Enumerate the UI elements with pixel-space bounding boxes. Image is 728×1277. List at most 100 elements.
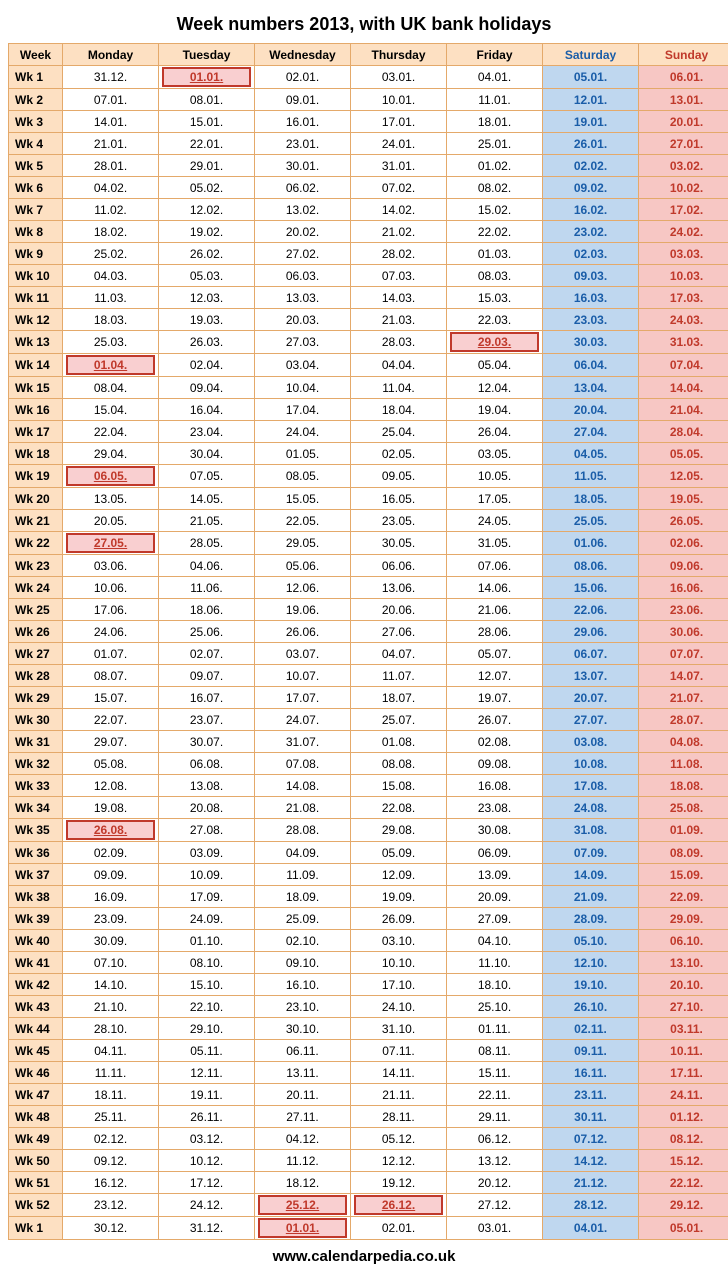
day-cell: 30.08. [447, 819, 543, 842]
day-cell: 10.09. [159, 864, 255, 886]
day-cell: 16.09. [63, 886, 159, 908]
day-cell: 27.09. [447, 908, 543, 930]
holiday-cell: 27.05. [63, 532, 159, 555]
day-cell: 15.07. [63, 687, 159, 709]
holiday-cell: 29.03. [447, 331, 543, 354]
week-label: Wk 25 [9, 599, 63, 621]
saturday-cell: 09.02. [543, 177, 639, 199]
table-row: Wk 1218.03.19.03.20.03.21.03.22.03.23.03… [9, 309, 728, 331]
table-row: Wk 925.02.26.02.27.02.28.02.01.03.02.03.… [9, 243, 728, 265]
day-cell: 09.07. [159, 665, 255, 687]
sunday-cell: 23.06. [639, 599, 728, 621]
holiday-date: 27.05. [66, 533, 155, 553]
day-cell: 19.06. [255, 599, 351, 621]
day-cell: 11.10. [447, 952, 543, 974]
day-cell: 12.07. [447, 665, 543, 687]
sunday-cell: 14.07. [639, 665, 728, 687]
sunday-cell: 21.07. [639, 687, 728, 709]
week-label: Wk 49 [9, 1128, 63, 1150]
day-cell: 01.07. [63, 643, 159, 665]
day-cell: 13.08. [159, 775, 255, 797]
table-row: Wk 604.02.05.02.06.02.07.02.08.02.09.02.… [9, 177, 728, 199]
day-cell: 03.06. [63, 555, 159, 577]
table-row: Wk 818.02.19.02.20.02.21.02.22.02.23.02.… [9, 221, 728, 243]
sunday-cell: 19.05. [639, 488, 728, 510]
day-cell: 25.11. [63, 1106, 159, 1128]
day-cell: 23.07. [159, 709, 255, 731]
day-cell: 26.03. [159, 331, 255, 354]
day-cell: 07.01. [63, 89, 159, 111]
table-row: Wk 2624.06.25.06.26.06.27.06.28.06.29.06… [9, 621, 728, 643]
day-cell: 21.10. [63, 996, 159, 1018]
day-cell: 09.10. [255, 952, 351, 974]
table-row: Wk 3526.08.27.08.28.08.29.08.30.08.31.08… [9, 819, 728, 842]
day-cell: 13.12. [447, 1150, 543, 1172]
header-thursday: Thursday [351, 44, 447, 66]
day-cell: 19.12. [351, 1172, 447, 1194]
week-label: Wk 16 [9, 399, 63, 421]
day-cell: 11.11. [63, 1062, 159, 1084]
day-cell: 24.06. [63, 621, 159, 643]
week-label: Wk 39 [9, 908, 63, 930]
day-cell: 17.05. [447, 488, 543, 510]
sunday-cell: 26.05. [639, 510, 728, 532]
sunday-cell: 03.11. [639, 1018, 728, 1040]
week-label: Wk 20 [9, 488, 63, 510]
saturday-cell: 23.11. [543, 1084, 639, 1106]
sunday-cell: 01.12. [639, 1106, 728, 1128]
day-cell: 16.08. [447, 775, 543, 797]
day-cell: 23.01. [255, 133, 351, 155]
day-cell: 08.10. [159, 952, 255, 974]
table-row: Wk 3419.08.20.08.21.08.22.08.23.08.24.08… [9, 797, 728, 819]
saturday-cell: 07.09. [543, 842, 639, 864]
week-label: Wk 46 [9, 1062, 63, 1084]
day-cell: 26.06. [255, 621, 351, 643]
day-cell: 30.12. [63, 1217, 159, 1240]
day-cell: 02.12. [63, 1128, 159, 1150]
day-cell: 22.01. [159, 133, 255, 155]
day-cell: 22.04. [63, 421, 159, 443]
saturday-cell: 23.02. [543, 221, 639, 243]
day-cell: 19.07. [447, 687, 543, 709]
header-week: Week [9, 44, 63, 66]
day-cell: 03.05. [447, 443, 543, 465]
day-cell: 17.06. [63, 599, 159, 621]
day-cell: 31.10. [351, 1018, 447, 1040]
day-cell: 17.12. [159, 1172, 255, 1194]
day-cell: 07.05. [159, 465, 255, 488]
saturday-cell: 18.05. [543, 488, 639, 510]
sunday-cell: 25.08. [639, 797, 728, 819]
saturday-cell: 27.07. [543, 709, 639, 731]
sunday-cell: 01.09. [639, 819, 728, 842]
day-cell: 14.06. [447, 577, 543, 599]
sunday-cell: 20.01. [639, 111, 728, 133]
week-label: Wk 10 [9, 265, 63, 287]
day-cell: 13.02. [255, 199, 351, 221]
day-cell: 11.02. [63, 199, 159, 221]
day-cell: 09.01. [255, 89, 351, 111]
table-row: Wk 1325.03.26.03.27.03.28.03.29.03.30.03… [9, 331, 728, 354]
day-cell: 25.04. [351, 421, 447, 443]
sunday-cell: 24.11. [639, 1084, 728, 1106]
day-cell: 04.04. [351, 354, 447, 377]
day-cell: 11.09. [255, 864, 351, 886]
day-cell: 14.08. [255, 775, 351, 797]
day-cell: 11.12. [255, 1150, 351, 1172]
day-cell: 29.07. [63, 731, 159, 753]
table-row: Wk 1004.03.05.03.06.03.07.03.08.03.09.03… [9, 265, 728, 287]
sunday-cell: 28.07. [639, 709, 728, 731]
day-cell: 07.03. [351, 265, 447, 287]
sunday-cell: 24.03. [639, 309, 728, 331]
header-tuesday: Tuesday [159, 44, 255, 66]
day-cell: 15.10. [159, 974, 255, 996]
table-row: Wk 1829.04.30.04.01.05.02.05.03.05.04.05… [9, 443, 728, 465]
sunday-cell: 07.04. [639, 354, 728, 377]
saturday-cell: 04.01. [543, 1217, 639, 1240]
week-label: Wk 45 [9, 1040, 63, 1062]
saturday-cell: 02.03. [543, 243, 639, 265]
table-row: Wk 5009.12.10.12.11.12.12.12.13.12.14.12… [9, 1150, 728, 1172]
day-cell: 14.10. [63, 974, 159, 996]
calendar-table: WeekMondayTuesdayWednesdayThursdayFriday… [8, 43, 728, 1240]
day-cell: 10.05. [447, 465, 543, 488]
day-cell: 19.11. [159, 1084, 255, 1106]
